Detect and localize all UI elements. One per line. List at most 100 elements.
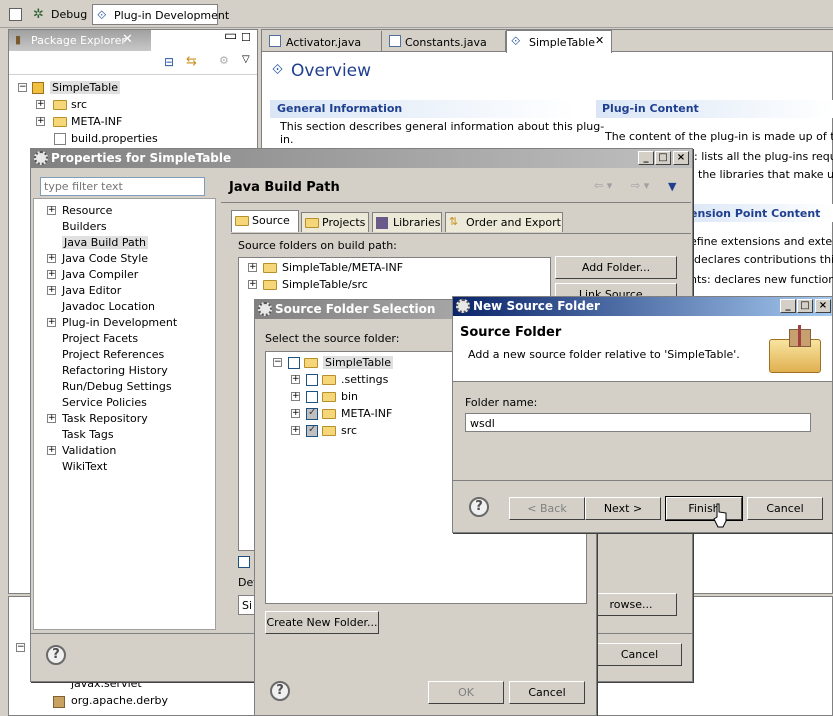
- expander[interactable]: +: [248, 280, 257, 289]
- editor-tab[interactable]: Constants.java: [384, 31, 506, 52]
- expander[interactable]: +: [291, 409, 300, 418]
- ok-button[interactable]: OK: [428, 681, 504, 704]
- expander[interactable]: +: [36, 100, 45, 109]
- minimize-button[interactable]: _: [638, 151, 654, 165]
- expander[interactable]: +: [47, 318, 56, 327]
- properties-tree-item[interactable]: Resource: [62, 204, 112, 217]
- filter-icon[interactable]: ⚙: [219, 54, 229, 67]
- folder-checkbox[interactable]: [306, 374, 318, 386]
- expander[interactable]: −: [16, 643, 25, 652]
- properties-tree-item[interactable]: Refactoring History: [62, 364, 168, 377]
- back-button[interactable]: < Back: [509, 497, 585, 520]
- package-explorer-tab[interactable]: ▮ Package Explorer ✕: [9, 30, 151, 51]
- close-icon[interactable]: ✕: [595, 34, 604, 47]
- properties-tree-item[interactable]: Task Tags: [62, 428, 114, 441]
- view-menu-icon[interactable]: ▽: [242, 54, 250, 65]
- properties-tree-item[interactable]: Builders: [62, 220, 107, 233]
- expander[interactable]: +: [47, 446, 56, 455]
- maximize-button[interactable]: □: [655, 151, 671, 165]
- project-label[interactable]: SimpleTable: [50, 81, 121, 94]
- expander[interactable]: +: [248, 263, 257, 272]
- close-icon[interactable]: ✕: [122, 32, 133, 47]
- folder-tree-item[interactable]: SimpleTable: [323, 356, 394, 369]
- forward-arrow-icon[interactable]: ⇨ ▾: [631, 179, 649, 192]
- expander[interactable]: +: [47, 206, 56, 215]
- close-button[interactable]: ×: [673, 151, 689, 165]
- plugin-perspective-tab[interactable]: ⟐ Plug-in Development: [92, 4, 229, 25]
- properties-tree-item[interactable]: Java Compiler: [62, 268, 138, 281]
- properties-tree-item[interactable]: Plug-in Development: [62, 316, 177, 329]
- collapse-all-icon[interactable]: ⊟: [164, 55, 174, 69]
- expander[interactable]: −: [273, 358, 282, 367]
- help-icon[interactable]: ?: [46, 645, 66, 665]
- explorer-toolbar: ⊟ ⇆ ⚙ ▽: [9, 51, 257, 75]
- properties-tree-item[interactable]: Run/Debug Settings: [62, 380, 172, 393]
- properties-tree-item[interactable]: Project Facets: [62, 332, 138, 345]
- expander[interactable]: +: [36, 117, 45, 126]
- java-file-icon: [389, 35, 401, 47]
- properties-tree-item[interactable]: Java Build Path: [62, 236, 149, 249]
- folder-checkbox[interactable]: [306, 424, 318, 437]
- folder-icon: [322, 426, 336, 436]
- maximize-icon[interactable]: ☐: [241, 31, 251, 44]
- properties-tree-item[interactable]: Validation: [62, 444, 116, 457]
- tab-libraries[interactable]: Libraries: [372, 212, 442, 232]
- link-editor-icon[interactable]: ⇆: [186, 54, 197, 69]
- folder-tree-item[interactable]: .settings: [341, 373, 388, 386]
- src-label[interactable]: src: [71, 98, 87, 111]
- folder-tree-item[interactable]: META-INF: [341, 407, 392, 420]
- next-button[interactable]: Next >: [585, 497, 661, 520]
- editor-tab[interactable]: Activator.java: [264, 31, 382, 52]
- properties-tree-item[interactable]: Java Editor: [62, 284, 121, 297]
- tab-projects[interactable]: Projects: [301, 212, 369, 232]
- add-folder-button[interactable]: Add Folder...: [555, 256, 677, 279]
- build-properties-label[interactable]: build.properties: [71, 132, 158, 145]
- expander[interactable]: +: [47, 270, 56, 279]
- library-item[interactable]: org.apache.derby: [71, 694, 168, 707]
- properties-titlebar[interactable]: Properties for SimpleTable _ □ ×: [31, 149, 692, 168]
- properties-tree-item[interactable]: Task Repository: [62, 412, 148, 425]
- expander[interactable]: +: [47, 254, 56, 263]
- expander[interactable]: +: [291, 426, 300, 435]
- debug-perspective[interactable]: Debug: [51, 8, 87, 21]
- folder-tree-item[interactable]: bin: [341, 390, 358, 403]
- source-folder-item[interactable]: SimpleTable/META-INF: [282, 261, 403, 274]
- filter-input[interactable]: [40, 177, 205, 196]
- create-new-folder-button[interactable]: Create New Folder...: [265, 611, 379, 634]
- expander[interactable]: −: [18, 83, 27, 92]
- cancel-button[interactable]: Cancel: [597, 643, 682, 666]
- new-source-folder-titlebar[interactable]: New Source Folder _ □ ×: [453, 297, 832, 316]
- meta-inf-label[interactable]: META-INF: [71, 115, 122, 128]
- expander[interactable]: +: [47, 286, 56, 295]
- editor-tab-active[interactable]: ⟐ SimpleTable ✕: [506, 30, 612, 53]
- cancel-button[interactable]: Cancel: [747, 497, 823, 520]
- folder-tree-item[interactable]: src: [341, 424, 357, 437]
- tab-order-export[interactable]: ⇅ Order and Export: [445, 212, 563, 232]
- properties-tree-item[interactable]: Project References: [62, 348, 164, 361]
- folder-checkbox[interactable]: [306, 391, 318, 403]
- minimize-button[interactable]: _: [780, 299, 796, 313]
- minimize-icon[interactable]: ▭: [224, 28, 237, 44]
- expander[interactable]: +: [291, 392, 300, 401]
- expander[interactable]: +: [291, 375, 300, 384]
- tab-source[interactable]: Source: [231, 210, 299, 232]
- properties-tree-item[interactable]: WikiText: [62, 460, 107, 473]
- cancel-button[interactable]: Cancel: [509, 681, 585, 704]
- close-button[interactable]: ×: [815, 299, 831, 313]
- open-perspective-icon[interactable]: [9, 8, 22, 21]
- folder-checkbox[interactable]: [306, 407, 318, 420]
- allow-output-checkbox[interactable]: [238, 556, 250, 568]
- expander[interactable]: +: [47, 414, 56, 423]
- extension-title: ension Point Content: [690, 207, 821, 220]
- folder-name-input[interactable]: [465, 413, 811, 432]
- help-icon[interactable]: ?: [469, 497, 489, 517]
- properties-tree-item[interactable]: Service Policies: [62, 396, 147, 409]
- view-menu-icon[interactable]: ▼: [668, 180, 676, 193]
- help-icon[interactable]: ?: [270, 681, 290, 701]
- back-arrow-icon[interactable]: ⇦ ▾: [594, 179, 612, 192]
- properties-tree-item[interactable]: Java Code Style: [62, 252, 148, 265]
- properties-tree-item[interactable]: Javadoc Location: [62, 300, 155, 313]
- source-folder-item[interactable]: SimpleTable/src: [282, 278, 368, 291]
- folder-checkbox[interactable]: [288, 357, 300, 369]
- maximize-button[interactable]: □: [797, 299, 813, 313]
